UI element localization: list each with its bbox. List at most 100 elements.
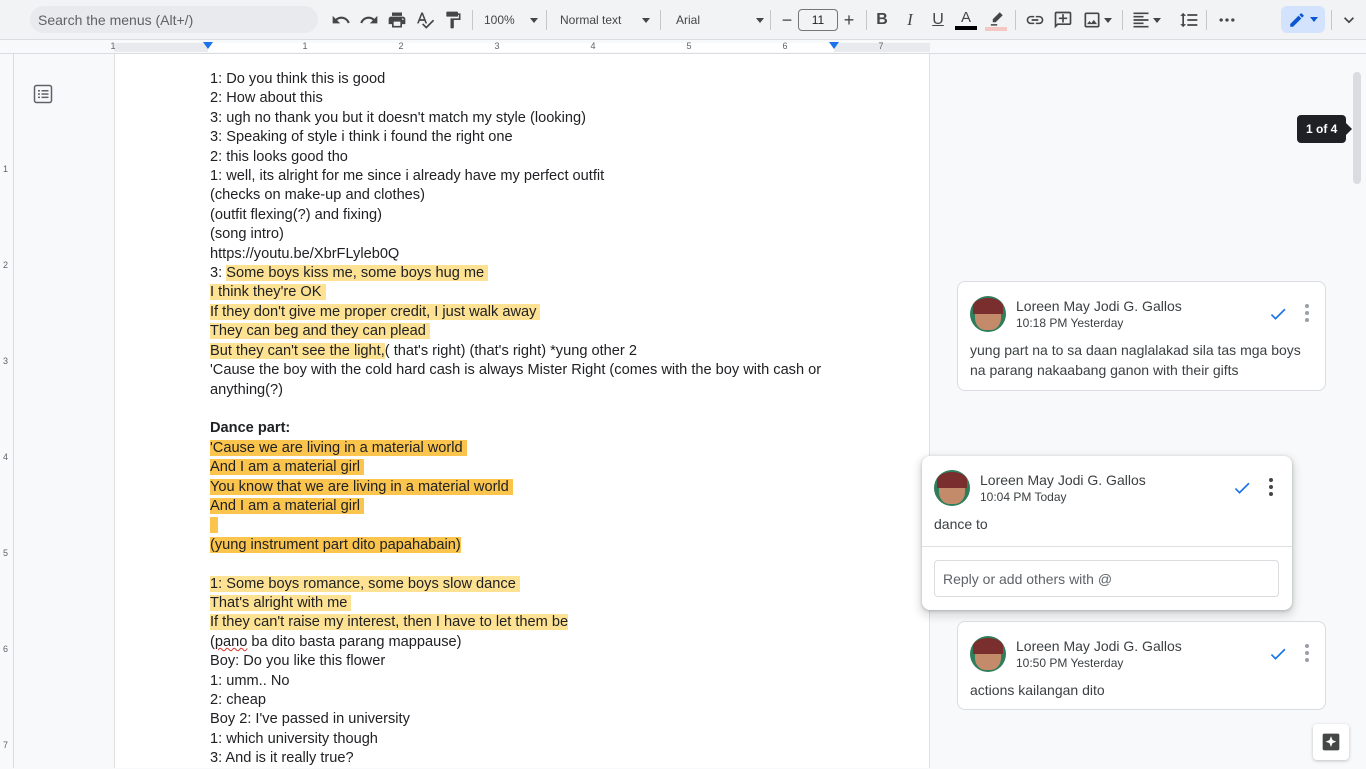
print-button[interactable] xyxy=(386,8,408,32)
font-size-input[interactable]: 11 xyxy=(798,9,838,31)
add-comment-icon xyxy=(1054,11,1072,29)
line-spacing-button[interactable] xyxy=(1178,8,1200,32)
text-color-button[interactable]: A xyxy=(955,8,977,32)
document-line: If they don't give me proper credit, I j… xyxy=(210,303,840,322)
highlight-color-button[interactable] xyxy=(985,8,1007,32)
highlighted-text: Some boys kiss me, some boys hug me xyxy=(226,265,489,282)
redo-button[interactable] xyxy=(358,8,380,32)
document-line: And I am a material girl xyxy=(210,497,840,516)
highlight-color-swatch xyxy=(985,26,1007,31)
ruler-number: 1 xyxy=(110,41,116,51)
line-text: (outfit flexing(?) and fixing) xyxy=(210,206,382,223)
right-indent-marker[interactable] xyxy=(829,42,839,49)
comment-body: actions kailangan dito xyxy=(970,682,1105,698)
resolve-button[interactable] xyxy=(1232,478,1252,498)
document-line: Dance part: xyxy=(210,419,840,438)
comment-more-button[interactable] xyxy=(1304,304,1310,322)
comment-thread[interactable]: Loreen May Jodi G. Gallos 10:50 PM Yeste… xyxy=(957,621,1326,710)
comment-more-button[interactable] xyxy=(1268,478,1274,496)
align-button[interactable] xyxy=(1130,8,1162,32)
add-comment-button[interactable] xyxy=(1052,8,1074,32)
hide-menus-button[interactable] xyxy=(1338,8,1360,32)
line-text: 2: this looks good tho xyxy=(210,148,348,165)
comment-pager: 1 of 4 xyxy=(1297,115,1353,143)
line-text: 'Cause the boy with the cold hard cash i… xyxy=(210,362,822,398)
menu-search-input[interactable] xyxy=(38,11,310,28)
undo-icon xyxy=(332,15,350,24)
misspelled-word: pano xyxy=(214,633,248,650)
editing-mode-button[interactable] xyxy=(1281,6,1325,33)
document-line: 1: Do you think this is good xyxy=(210,70,840,89)
menu-search-box[interactable] xyxy=(30,6,318,33)
insert-image-button[interactable] xyxy=(1080,8,1114,32)
highlighted-text: If they can't raise my interest, then I … xyxy=(210,614,569,631)
font-value: Arial xyxy=(676,13,701,27)
document-line: (pano ba dito basta parang mappause) xyxy=(210,633,840,652)
document-line: That's alright with me xyxy=(210,594,840,613)
print-icon xyxy=(388,12,406,28)
ruler-number: 3 xyxy=(494,41,500,51)
toolbar-separator xyxy=(1206,10,1207,30)
link-icon xyxy=(1026,15,1044,25)
highlighted-text: If they don't give me proper credit, I j… xyxy=(210,303,541,320)
italic-icon: I xyxy=(907,10,913,29)
more-horizontal-icon xyxy=(1219,18,1235,22)
paint-format-button[interactable] xyxy=(442,8,464,32)
document-line: I think they're OK xyxy=(210,283,840,302)
document-line: 3: ugh no thank you but it doesn't match… xyxy=(210,109,840,128)
insert-link-button[interactable] xyxy=(1024,8,1046,32)
horizontal-ruler: 1 1 2 3 4 5 6 7 xyxy=(0,40,1366,54)
document-line: 1: which university though xyxy=(210,730,840,749)
comment-thread[interactable]: Loreen May Jodi G. Gallos 10:18 PM Yeste… xyxy=(957,281,1326,391)
document-body[interactable]: 1: Do you think this is good 2: How about… xyxy=(210,70,840,769)
comment-thread-active[interactable]: Loreen May Jodi G. Gallos 10:04 PM Today… xyxy=(922,456,1292,610)
undo-button[interactable] xyxy=(330,8,352,32)
align-left-icon xyxy=(1133,12,1149,28)
image-icon xyxy=(1084,12,1100,28)
explore-button[interactable] xyxy=(1313,724,1349,760)
line-text: 3: ugh no thank you but it doesn't match… xyxy=(210,109,586,126)
reply-box[interactable] xyxy=(934,560,1279,597)
toolbar-separator xyxy=(866,10,867,30)
left-indent-marker[interactable] xyxy=(203,42,213,49)
document-line: 3: And is it really true? xyxy=(210,749,840,768)
avatar xyxy=(970,296,1006,332)
decrease-font-size-button[interactable]: − xyxy=(776,9,798,31)
scrollbar[interactable] xyxy=(1353,72,1361,184)
comment-more-button[interactable] xyxy=(1304,644,1310,662)
comment-divider xyxy=(922,546,1292,547)
document-outline-button[interactable] xyxy=(33,84,53,104)
bold-button[interactable]: B xyxy=(872,8,892,32)
underline-button[interactable]: U xyxy=(928,8,948,32)
font-select[interactable]: Arial xyxy=(676,8,764,32)
highlighted-text: 1: Some boys romance, some boys slow dan… xyxy=(210,575,520,592)
chevron-down-icon xyxy=(756,17,764,23)
line-text: (checks on make-up and clothes) xyxy=(210,187,425,204)
more-options-button[interactable] xyxy=(1216,8,1238,32)
paragraph-style-select[interactable]: Normal text xyxy=(560,8,650,32)
ruler-number: 7 xyxy=(878,41,884,51)
avatar xyxy=(970,636,1006,672)
document-line: They can beg and they can plead xyxy=(210,322,840,341)
document-line: 1: well, its alright for me since i alre… xyxy=(210,167,840,186)
comment-timestamp: 10:18 PM Yesterday xyxy=(1016,316,1124,330)
ruler-number: 7 xyxy=(3,740,9,750)
line-text: https://youtu.be/XbrFLyleb0Q xyxy=(210,245,400,262)
highlighted-text: I think they're OK xyxy=(210,284,326,301)
comment-body: dance to xyxy=(934,516,988,532)
resolve-button[interactable] xyxy=(1268,304,1288,324)
italic-button[interactable]: I xyxy=(900,8,920,32)
comment-author: Loreen May Jodi G. Gallos xyxy=(980,472,1146,488)
reply-input[interactable] xyxy=(943,570,1270,587)
ruler-number: 4 xyxy=(590,41,596,51)
resolve-button[interactable] xyxy=(1268,644,1288,664)
increase-font-size-button[interactable]: + xyxy=(838,9,860,31)
chevron-down-icon xyxy=(1310,17,1318,22)
spellcheck-button[interactable] xyxy=(414,8,436,32)
document-line: (outfit flexing(?) and fixing) xyxy=(210,206,840,225)
chevron-down-icon xyxy=(1104,17,1112,23)
zoom-select[interactable]: 100% xyxy=(484,8,538,32)
document-line: 3: Speaking of style i think i found the… xyxy=(210,128,840,147)
highlighted-text-active xyxy=(210,517,219,534)
toolbar: 100% Normal text Arial − 11 + B I U A xyxy=(0,0,1366,40)
